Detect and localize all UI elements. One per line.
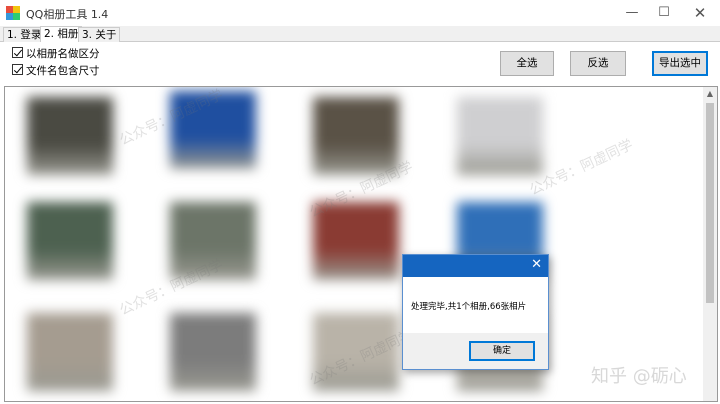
close-button[interactable]: ✕ bbox=[684, 0, 716, 26]
title-bar: QQ相册工具 1.4 — ☐ ✕ bbox=[0, 0, 720, 26]
message-dialog: ✕ 处理完毕,共1个相册,66张相片 确定 bbox=[402, 254, 549, 370]
maximize-button[interactable]: ☐ bbox=[648, 0, 680, 26]
include-size-checkbox[interactable]: 文件名包含尺寸 bbox=[12, 63, 100, 77]
dialog-title-bar: ✕ bbox=[403, 255, 548, 277]
invert-selection-button[interactable]: 反选 bbox=[570, 51, 626, 76]
attribution-watermark: 知乎 @砺心 bbox=[591, 366, 687, 387]
photo-gallery: 公众号：阿虚同学 公众号：阿虚同学 公众号：阿虚同学 公众号：阿虚同学 公众号：… bbox=[4, 86, 718, 402]
photo-thumbnail[interactable] bbox=[27, 97, 113, 175]
checkbox-checked-icon[interactable] bbox=[12, 47, 23, 58]
ok-button[interactable]: 确定 bbox=[469, 341, 535, 361]
export-selected-button[interactable]: 导出选中 bbox=[652, 51, 708, 76]
tab-album[interactable]: 2. 相册 bbox=[40, 26, 83, 43]
minimize-button[interactable]: — bbox=[616, 0, 648, 26]
tab-strip: 1. 登录 2. 相册 3. 关于 bbox=[0, 26, 720, 43]
checkbox-checked-icon[interactable] bbox=[12, 64, 23, 75]
scroll-up-arrow-icon[interactable]: ▲ bbox=[703, 87, 717, 101]
window-title: QQ相册工具 1.4 bbox=[26, 8, 109, 21]
scrollbar-thumb[interactable] bbox=[706, 103, 714, 303]
tab-about[interactable]: 3. 关于 bbox=[78, 27, 121, 42]
select-all-button[interactable]: 全选 bbox=[500, 51, 554, 76]
tab-login[interactable]: 1. 登录 bbox=[3, 27, 46, 42]
photo-thumbnail[interactable] bbox=[457, 97, 543, 175]
distinguish-by-album-checkbox[interactable]: 以相册名做区分 bbox=[12, 46, 100, 60]
checkbox-label: 以相册名做区分 bbox=[26, 48, 100, 60]
checkbox-label: 文件名包含尺寸 bbox=[26, 65, 100, 77]
vertical-scrollbar[interactable]: ▲ bbox=[703, 87, 717, 401]
photo-thumbnail[interactable] bbox=[27, 313, 113, 391]
dialog-message: 处理完毕,共1个相册,66张相片 bbox=[411, 302, 527, 312]
album-toolbar: 以相册名做区分 文件名包含尺寸 全选 反选 导出选中 bbox=[2, 42, 718, 86]
photo-thumbnail[interactable] bbox=[313, 97, 399, 175]
photo-thumbnail[interactable] bbox=[27, 202, 113, 280]
photo-thumbnail[interactable] bbox=[170, 313, 256, 391]
close-icon[interactable]: ✕ bbox=[531, 257, 542, 272]
app-icon bbox=[6, 6, 20, 20]
